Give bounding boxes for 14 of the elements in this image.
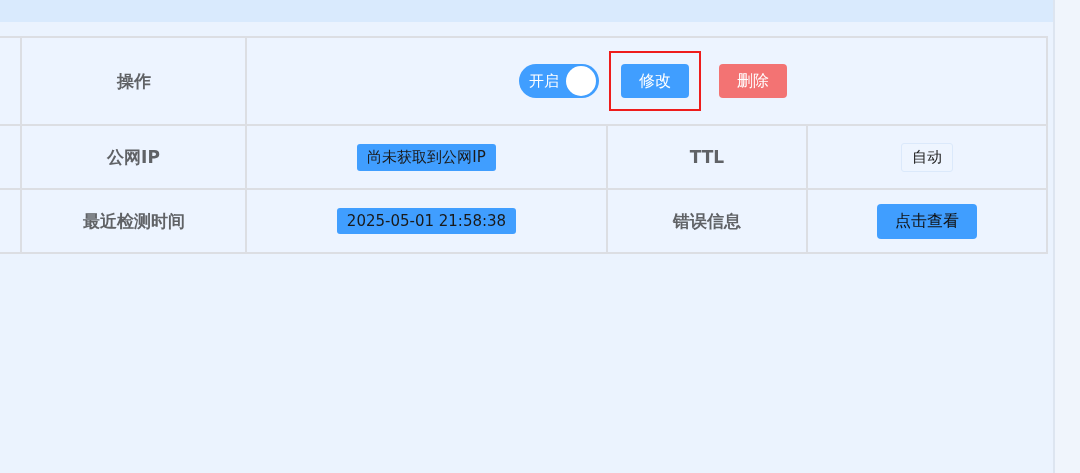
toggle-switch[interactable]: 开启 — [518, 64, 599, 98]
delete-button[interactable]: 删除 — [718, 64, 787, 98]
empty-cell — [0, 190, 20, 252]
value-tag: 尚未获取到公网IP — [357, 143, 496, 171]
value-tag: 自动 — [901, 142, 953, 172]
field-label: 操作 — [116, 69, 151, 93]
field-label: 错误信息 — [673, 209, 741, 233]
field-label: 最近检测时间 — [82, 209, 185, 233]
field-label: TTL — [689, 147, 725, 167]
value-tag: 2025-05-01 21:58:38 — [336, 208, 517, 234]
edit-button[interactable]: 修改 — [620, 64, 689, 98]
empty-cell — [0, 126, 20, 188]
field-label: 公网IP — [107, 145, 160, 169]
view-button[interactable]: 点击查看 — [877, 203, 977, 239]
